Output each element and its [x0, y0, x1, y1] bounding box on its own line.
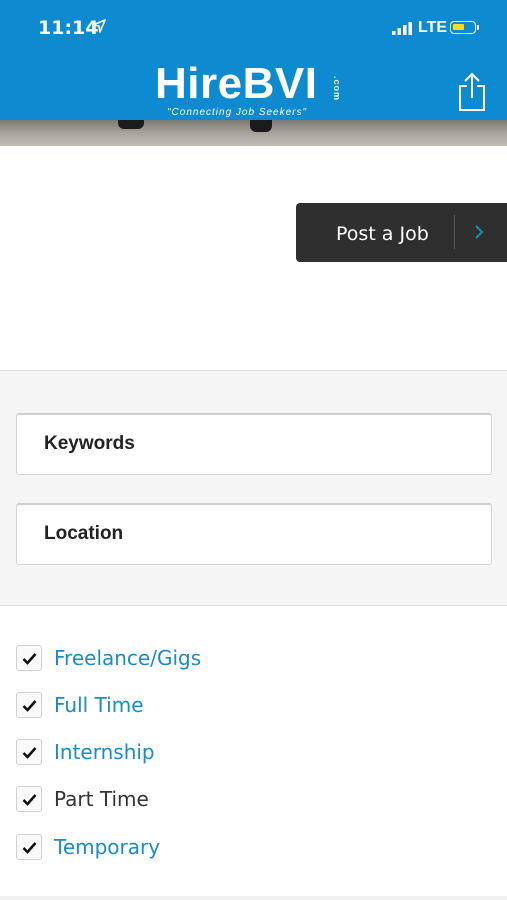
search-section: Keywords Location: [0, 370, 507, 606]
share-icon: [459, 72, 485, 111]
status-bar: 11:14 LTE: [0, 0, 507, 58]
checkbox-part-time[interactable]: [16, 786, 42, 812]
bottom-edge: [0, 896, 507, 900]
filter-freelance[interactable]: Freelance/Gigs: [16, 645, 316, 675]
check-icon: [22, 653, 37, 665]
logo-suffix: .com: [332, 76, 342, 102]
status-time: 11:14: [38, 17, 99, 39]
filter-internship[interactable]: Internship: [16, 739, 316, 769]
banner-image: [0, 120, 507, 146]
chevron-right-icon: [474, 224, 484, 245]
network-type: LTE: [418, 19, 448, 36]
post-job-divider: [454, 215, 455, 249]
banner-shoe-left: [118, 120, 144, 129]
check-icon: [22, 794, 37, 806]
keywords-placeholder: Keywords: [44, 433, 135, 454]
filter-label-freelance: Freelance/Gigs: [54, 646, 202, 670]
battery-tip: [477, 25, 479, 30]
checkbox-full-time[interactable]: [16, 692, 42, 718]
post-job-button[interactable]: Post a Job: [296, 203, 507, 262]
location-input[interactable]: Location: [16, 503, 492, 565]
check-icon: [22, 747, 37, 759]
banner-shoe-right: [250, 120, 272, 132]
filter-label-internship: Internship: [54, 740, 155, 764]
logo-text: HireBVI: [155, 59, 318, 108]
checkbox-internship[interactable]: [16, 739, 42, 765]
location-arrow-icon: [92, 19, 106, 38]
filter-temporary[interactable]: Temporary: [16, 834, 316, 864]
checkbox-freelance[interactable]: [16, 645, 42, 671]
job-type-filters: Freelance/Gigs Full Time Internship Part…: [0, 606, 507, 900]
logo[interactable]: HireBVI .com "Connecting Job Seekers": [155, 60, 355, 120]
check-icon: [22, 842, 37, 854]
app-header: HireBVI .com "Connecting Job Seekers": [0, 58, 507, 120]
location-placeholder: Location: [44, 523, 124, 544]
check-icon: [22, 700, 37, 712]
signal-icon: [392, 22, 414, 40]
filter-full-time[interactable]: Full Time: [16, 692, 316, 722]
filter-label-part-time: Part Time: [54, 787, 149, 811]
checkbox-temporary[interactable]: [16, 834, 42, 860]
battery-icon: [450, 21, 476, 34]
logo-tagline: "Connecting Job Seekers": [167, 107, 308, 118]
filter-label-full-time: Full Time: [54, 693, 144, 717]
filter-label-temporary: Temporary: [54, 835, 161, 859]
keywords-input[interactable]: Keywords: [16, 413, 492, 475]
share-button[interactable]: [456, 72, 488, 112]
post-job-label: Post a Job: [336, 223, 429, 245]
filter-part-time[interactable]: Part Time: [16, 786, 316, 816]
